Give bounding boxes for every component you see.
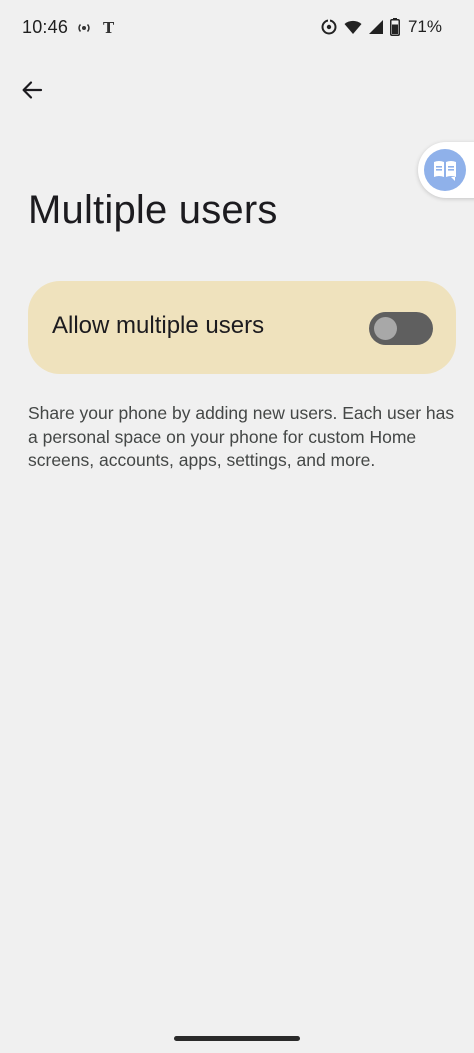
allow-multiple-users-switch[interactable] [369,312,433,345]
signal-icon [368,19,384,35]
notification-icons: T [76,19,118,36]
allow-multiple-users-toggle-row[interactable]: Allow multiple users [28,281,456,374]
switch-thumb [374,317,397,340]
arrow-back-icon [21,79,43,101]
wifi-icon [344,19,362,35]
allow-multiple-users-label: Allow multiple users [52,312,265,339]
reader-translate-icon [424,149,466,191]
system-status-icons: 71% [320,17,442,37]
battery-percentage: 71% [407,17,442,36]
back-button[interactable] [12,70,52,110]
hotspot-icon [76,20,92,36]
data-saver-icon [320,18,338,36]
floating-reader-bubble[interactable] [418,142,474,198]
svg-text:T: T [103,19,115,36]
nyt-icon: T [102,19,118,36]
multiple-users-description: Share your phone by adding new users. Ea… [28,403,455,470]
page-title: Multiple users [28,188,278,232]
status-time: 10:46 [22,17,69,37]
gesture-navigation-handle[interactable] [174,1036,300,1041]
status-bar: 10:46 T 71% [0,0,474,56]
battery-icon [389,18,400,36]
multiple-users-screen: 10:46 T 71% Multiple users Allow multipl… [0,0,474,1053]
